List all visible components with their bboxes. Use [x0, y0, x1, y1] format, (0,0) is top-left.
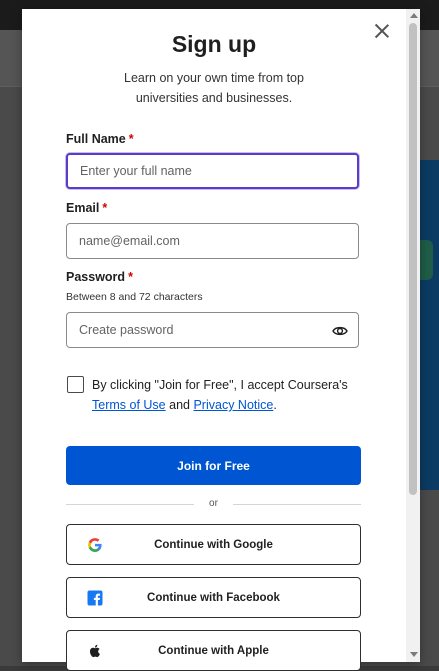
- required-mark: *: [128, 270, 133, 284]
- scrollbar-thumb[interactable]: [409, 23, 417, 495]
- full-name-field[interactable]: [66, 153, 359, 189]
- password-hint: Between 8 and 72 characters: [66, 291, 203, 303]
- facebook-button-label: Continue with Facebook: [147, 591, 280, 604]
- continue-with-apple-button[interactable]: Continue with Apple: [66, 630, 361, 671]
- full-name-label: Full Name *: [66, 132, 134, 146]
- modal-subtitle: Learn on your own time from top universi…: [124, 71, 304, 105]
- modal-title: Sign up: [171, 31, 257, 57]
- google-button-label: Continue with Google: [154, 538, 273, 551]
- privacy-notice-link[interactable]: Privacy Notice: [193, 398, 273, 412]
- apple-button-label: Continue with Apple: [158, 644, 269, 657]
- email-input[interactable]: [67, 224, 358, 258]
- facebook-icon: [87, 590, 103, 606]
- required-mark: *: [128, 132, 134, 146]
- join-for-free-button[interactable]: Join for Free: [66, 446, 361, 485]
- consent-text: By clicking "Join for Free", I accept Co…: [92, 378, 348, 412]
- or-divider: or: [66, 498, 361, 509]
- full-name-input[interactable]: [68, 155, 357, 187]
- required-mark: *: [102, 201, 108, 215]
- apple-icon: [89, 644, 100, 658]
- terms-of-use-link[interactable]: Terms of Use: [92, 398, 166, 412]
- continue-with-google-button[interactable]: Continue with Google: [66, 524, 361, 565]
- modal-scrollbar[interactable]: [406, 9, 420, 662]
- continue-with-facebook-button[interactable]: Continue with Facebook: [66, 577, 361, 618]
- password-input[interactable]: [67, 313, 358, 347]
- eye-icon[interactable]: [332, 323, 348, 339]
- email-label: Email *: [66, 201, 108, 215]
- email-field[interactable]: [66, 223, 359, 259]
- consent-checkbox[interactable]: [67, 376, 84, 393]
- password-field[interactable]: [66, 312, 359, 348]
- signup-modal: Sign up Learn on your own time from top …: [22, 9, 420, 671]
- scroll-down-arrow-icon[interactable]: [410, 652, 418, 657]
- password-label: Password *: [66, 270, 133, 284]
- scroll-up-arrow-icon[interactable]: [410, 13, 418, 18]
- google-icon: [88, 538, 102, 552]
